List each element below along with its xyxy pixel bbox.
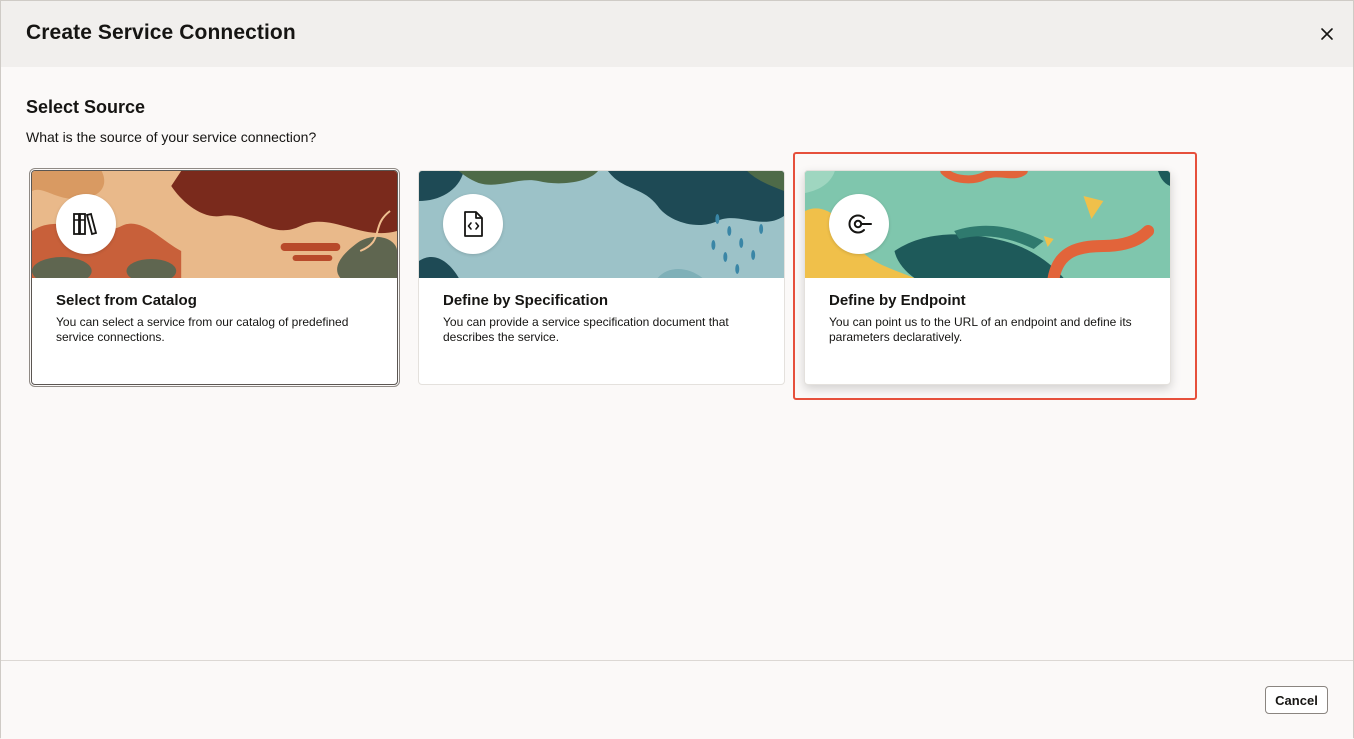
card-description: You can provide a service specification … — [443, 315, 729, 344]
card-title: Define by Specification — [443, 292, 609, 309]
catalog-books-icon — [73, 212, 98, 236]
dialog-header: Create Service Connection — [1, 1, 1353, 67]
endpoint-icon — [848, 214, 872, 234]
endpoint-badge — [829, 194, 889, 254]
card-title: Define by Endpoint — [829, 292, 966, 309]
dialog-title: Create Service Connection — [26, 21, 296, 44]
specification-badge — [443, 194, 503, 254]
card-define-by-specification[interactable]: Define by Specification You can provide … — [418, 170, 785, 385]
cancel-button[interactable]: Cancel — [1265, 686, 1328, 714]
create-service-connection-dialog: Create Service Connection Select Source … — [0, 0, 1354, 739]
card-title: Select from Catalog — [56, 292, 197, 309]
card-description: You can point us to the URL of an endpoi… — [829, 315, 1132, 344]
close-button[interactable] — [1315, 22, 1339, 46]
close-icon — [1321, 28, 1333, 40]
code-document-icon — [464, 211, 483, 237]
catalog-badge — [56, 194, 116, 254]
card-define-by-endpoint[interactable]: Define by Endpoint You can point us to t… — [804, 170, 1171, 385]
section-title: Select Source — [26, 97, 146, 117]
section-subtitle: What is the source of your service conne… — [26, 129, 317, 145]
dialog-footer: Cancel — [1, 660, 1353, 739]
card-description: You can select a service from our catalo… — [56, 315, 349, 344]
card-select-from-catalog[interactable]: Select from Catalog You can select a ser… — [29, 168, 400, 387]
